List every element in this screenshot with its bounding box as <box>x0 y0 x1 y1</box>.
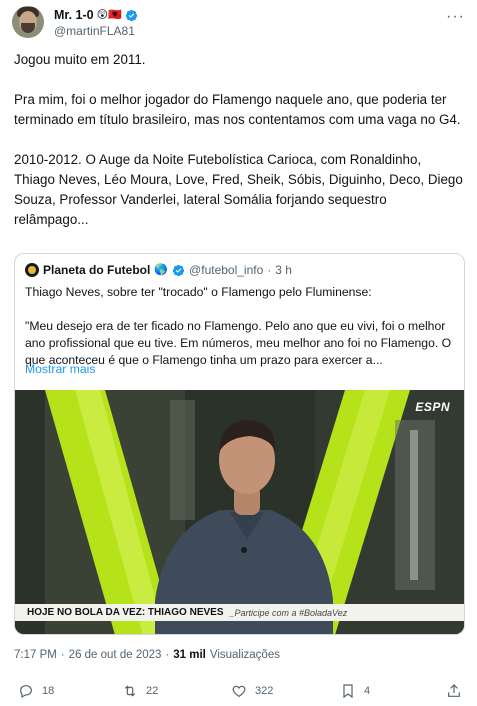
share-icon <box>448 684 460 697</box>
avatar[interactable] <box>12 6 44 38</box>
separator-dot: · <box>165 649 170 661</box>
author-name-row[interactable]: Mr. 1-0 😲🇦🇱 <box>54 8 138 22</box>
views-label: Visualizações <box>209 649 280 661</box>
tweet-time[interactable]: 7:17 PM <box>14 649 57 661</box>
tweet-text: Jogou muito em 2011. Pra mim, foi o melh… <box>14 52 463 227</box>
bookmark-count: 4 <box>364 685 371 697</box>
share-button[interactable] <box>446 683 462 699</box>
retweet-count: 22 <box>146 685 159 697</box>
show-more-link[interactable]: Mostrar mais <box>25 362 95 376</box>
heart-icon <box>232 685 246 698</box>
quoted-media-image[interactable]: ESPN HOJE NO BOLA DA VEZ: THIAGO NEVES _… <box>15 390 464 634</box>
globe-emoji: 🌎 <box>154 263 169 276</box>
author-emojis: 😲🇦🇱 <box>96 8 122 21</box>
quoted-tweet-text: Thiago Neves, sobre ter "trocado" o Flam… <box>25 285 452 367</box>
like-button[interactable]: 322 <box>231 683 273 699</box>
reply-icon <box>20 685 32 699</box>
studio-scene <box>15 390 464 634</box>
tweet-header: Mr. 1-0 😲🇦🇱 @martinFLA81 ··· <box>12 6 465 42</box>
tweet-date[interactable]: 26 de out de 2023 <box>69 649 162 661</box>
banner-title: HOJE NO BOLA DA VEZ: THIAGO NEVES <box>27 607 224 618</box>
verified-icon <box>125 9 137 21</box>
retweet-icon <box>124 685 136 697</box>
reply-button[interactable]: 18 <box>18 683 54 699</box>
quoted-tweet-header: Planeta do Futebol 🌎 @futebol_info · 3 h <box>25 263 292 277</box>
quoted-handle: @futebol_info <box>189 263 264 277</box>
author-display-name[interactable]: Mr. 1-0 <box>54 8 94 22</box>
author-handle[interactable]: @martinFLA81 <box>54 24 135 38</box>
quoted-avatar[interactable] <box>25 263 39 277</box>
bookmark-icon <box>343 684 353 699</box>
tweet-meta: 7:17 PM · 26 de out de 2023 · 31 mil Vis… <box>14 649 280 661</box>
bookmark-button[interactable]: 4 <box>340 683 370 699</box>
separator-dot: · <box>60 649 65 661</box>
quoted-timestamp[interactable]: 3 h <box>275 263 292 277</box>
action-bar: 18 22 322 4 <box>0 683 477 705</box>
tv-banner: HOJE NO BOLA DA VEZ: THIAGO NEVES _Parti… <box>15 604 464 621</box>
retweet-button[interactable]: 22 <box>122 683 158 699</box>
banner-subtitle: _Participe com a #BoladaVez <box>229 607 348 618</box>
quoted-display-name[interactable]: Planeta do Futebol <box>43 263 150 277</box>
reply-count: 18 <box>42 685 55 697</box>
espn-logo: ESPN <box>415 400 450 414</box>
quoted-tweet[interactable]: Planeta do Futebol 🌎 @futebol_info · 3 h… <box>14 253 465 635</box>
views-count: 31 mil <box>173 649 206 661</box>
like-count: 322 <box>255 685 274 697</box>
verified-icon <box>172 264 185 276</box>
more-options-icon[interactable]: ··· <box>446 8 465 26</box>
separator-dot: · <box>267 263 272 277</box>
